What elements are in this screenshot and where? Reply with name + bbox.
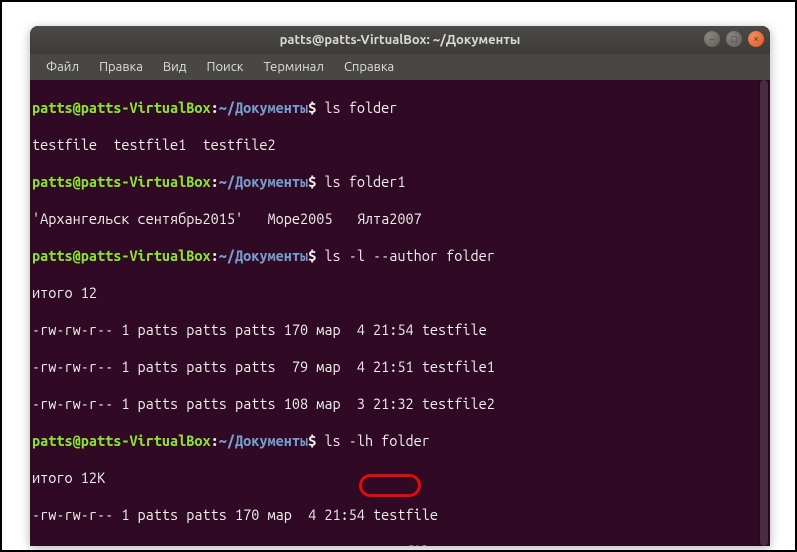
output-line: -rw-rw-r-- 1 patts patts 170 мар 4 21:54… [32, 506, 768, 525]
prompt-path: ~/Документы [219, 432, 308, 449]
terminal-window: patts@patts-VirtualBox: ~/Документы – □ … [30, 26, 770, 546]
maximize-button[interactable]: □ [726, 31, 742, 47]
command-text: ls -l --author folder [316, 247, 495, 264]
prompt-user: patts@patts-VirtualBox [32, 173, 211, 190]
output-line: -rw-rw-r-- 1 patts patts patts 170 мар 4… [32, 321, 768, 340]
prompt-colon: : [211, 432, 219, 449]
menu-search[interactable]: Поиск [198, 58, 251, 76]
menubar: Файл Правка Вид Поиск Терминал Справка [30, 54, 770, 80]
prompt-path: ~/Документы [219, 173, 308, 190]
titlebar: patts@patts-VirtualBox: ~/Документы – □ … [30, 26, 770, 54]
window-controls: – □ × [704, 31, 764, 47]
output-line: 'Архангельск сентябрь2015' Море2005 Ялта… [32, 210, 768, 229]
command-text: ls folder [316, 99, 397, 116]
window-title: patts@patts-VirtualBox: ~/Документы [30, 33, 770, 47]
menu-help[interactable]: Справка [336, 58, 402, 76]
menu-edit[interactable]: Правка [91, 58, 151, 76]
output-line: -rw-rw-r-- 1 patts patts patts 108 мар 3… [32, 395, 768, 414]
scrollbar-thumb[interactable] [760, 80, 768, 546]
minimize-button[interactable]: – [704, 31, 720, 47]
prompt-path: ~/Документы [219, 247, 308, 264]
output-line: -rw-rw-r-- 1 patts patts 79 мар 4 21:51 … [32, 543, 768, 547]
output-line: итого 12 [32, 284, 768, 303]
prompt-user: patts@patts-VirtualBox [32, 99, 211, 116]
command-text: ls folder1 [316, 173, 405, 190]
prompt-path: ~/Документы [219, 99, 308, 116]
prompt-user: patts@patts-VirtualBox [32, 247, 211, 264]
output-line: -rw-rw-r-- 1 patts patts patts 79 мар 4 … [32, 358, 768, 377]
scrollbar[interactable] [758, 80, 770, 546]
close-button[interactable]: × [748, 31, 764, 47]
menu-terminal[interactable]: Терминал [255, 58, 331, 76]
prompt-colon: : [211, 99, 219, 116]
prompt-dollar: $ [308, 99, 316, 116]
menu-file[interactable]: Файл [38, 58, 87, 76]
prompt-dollar: $ [308, 247, 316, 264]
prompt-colon: : [211, 247, 219, 264]
output-line: итого 12K [32, 469, 768, 488]
prompt-colon: : [211, 173, 219, 190]
terminal-content[interactable]: patts@patts-VirtualBox:~/Документы$ ls f… [30, 80, 770, 546]
prompt-user: patts@patts-VirtualBox [32, 432, 211, 449]
menu-view[interactable]: Вид [155, 58, 195, 76]
prompt-dollar: $ [308, 173, 316, 190]
output-line: testfile testfile1 testfile2 [32, 136, 768, 155]
command-text: ls -lh folder [316, 432, 430, 449]
prompt-dollar: $ [308, 432, 316, 449]
